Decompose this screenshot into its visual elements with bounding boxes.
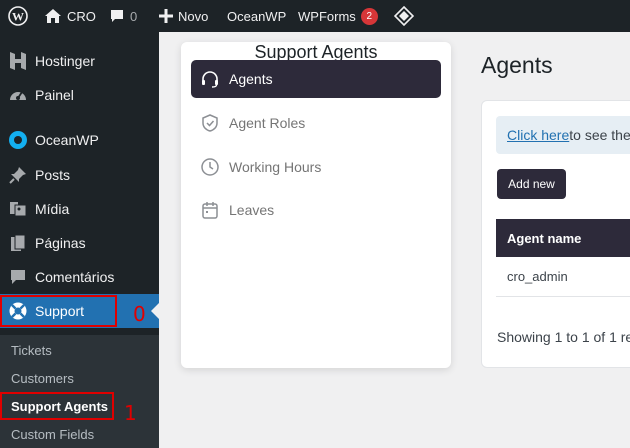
comments-count: 0 [130, 8, 138, 24]
tab-label: Leaves [229, 202, 275, 218]
step-label-1: 1 [124, 401, 137, 425]
submenu-item-customers[interactable]: Customers [11, 371, 74, 386]
step-label-0: 0 [133, 302, 146, 326]
tab-label: Agents [229, 71, 273, 87]
sidebar-item-label: Painel [35, 87, 74, 103]
highlight-box-support-agents [0, 392, 114, 420]
svg-text:W: W [12, 10, 24, 24]
site-name: CRO [67, 8, 96, 24]
wpforms-link[interactable]: WPForms 2 [298, 0, 378, 32]
sidebar-item-oceanwp[interactable]: OceanWP [0, 123, 159, 157]
media-icon [8, 199, 28, 219]
hostinger-icon [8, 51, 28, 71]
sidebar-item-label: Comentários [35, 269, 115, 285]
info-notice: Click here to see the [496, 116, 630, 154]
calendar-icon [200, 200, 220, 220]
sidebar-item-comentarios[interactable]: Comentários [0, 260, 159, 294]
tab-label: Agent Roles [229, 115, 306, 131]
support-agents-panel: Support Agents Agents Agent Roles Workin… [181, 42, 451, 368]
sidebar-item-label: Páginas [35, 235, 86, 251]
sidebar-item-midia[interactable]: Mídia [0, 192, 159, 226]
headset-icon [200, 69, 220, 89]
site-name-link[interactable]: CRO [44, 0, 96, 32]
oceanwp-label: OceanWP [227, 8, 287, 24]
diamond-icon[interactable] [394, 0, 414, 32]
admin-sidebar: Hostinger Painel OceanWP Posts Mídia Pág… [0, 32, 159, 448]
sidebar-item-label: OceanWP [35, 132, 99, 148]
sidebar-item-label: Mídia [35, 201, 70, 217]
highlight-box-support [0, 295, 117, 327]
notice-link[interactable]: Click here [507, 127, 569, 143]
tab-agents[interactable]: Agents [191, 60, 441, 98]
tab-leaves[interactable]: Leaves [191, 191, 441, 229]
comments-link[interactable]: 0 [109, 0, 137, 32]
sidebar-item-label: Hostinger [35, 53, 95, 69]
pin-icon [8, 165, 28, 185]
wordpress-logo-icon[interactable]: W [8, 0, 28, 32]
table-header-agent-name[interactable]: Agent name [496, 219, 630, 257]
new-content-link[interactable]: Novo [159, 0, 208, 32]
table-info: Showing 1 to 1 of 1 re [497, 329, 630, 345]
oceanwp-link[interactable]: OceanWP [227, 0, 286, 32]
agents-card: Click here to see the Add new Agent name… [481, 100, 630, 368]
pages-icon [8, 233, 28, 253]
admin-bar: W CRO 0 Novo OceanWP WPForms 2 [0, 0, 630, 32]
clock-icon [200, 157, 220, 177]
sidebar-item-label: Posts [35, 167, 71, 183]
add-new-button[interactable]: Add new [497, 169, 566, 199]
home-icon [44, 8, 62, 24]
tab-agent-roles[interactable]: Agent Roles [191, 104, 441, 142]
submenu-item-custom-fields[interactable]: Custom Fields [11, 427, 94, 442]
active-menu-arrow [151, 303, 159, 319]
agent-name-cell: cro_admin [507, 269, 568, 284]
sidebar-item-hostinger[interactable]: Hostinger [0, 44, 159, 78]
wpforms-label: WPForms [298, 8, 356, 24]
notice-text: to see the [569, 127, 630, 143]
table-row[interactable]: cro_admin [496, 257, 630, 297]
page-title: Agents [481, 52, 553, 78]
shield-icon [200, 113, 220, 133]
plus-icon [159, 9, 173, 23]
sidebar-item-posts[interactable]: Posts [0, 158, 159, 192]
tab-working-hours[interactable]: Working Hours [191, 148, 441, 186]
dashboard-icon [8, 85, 28, 105]
new-label: Novo [178, 8, 209, 24]
comment-bubble-icon [109, 8, 125, 24]
sidebar-item-paginas[interactable]: Páginas [0, 226, 159, 260]
comments-icon [8, 267, 28, 287]
sidebar-item-painel[interactable]: Painel [0, 78, 159, 112]
tab-label: Working Hours [229, 159, 322, 175]
wpforms-badge: 2 [360, 7, 378, 25]
oceanwp-icon [8, 130, 28, 150]
submenu-item-tickets[interactable]: Tickets [11, 343, 52, 358]
